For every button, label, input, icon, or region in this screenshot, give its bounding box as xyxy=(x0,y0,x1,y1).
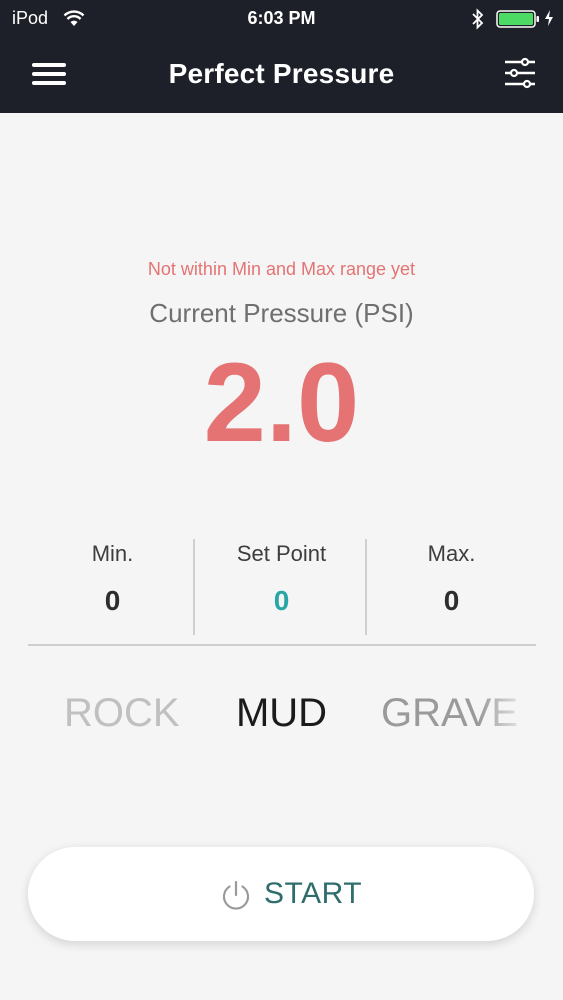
status-bar: iPod 6:03 PM xyxy=(0,0,563,40)
terrain-picker[interactable]: ROCK MUD GRAVE xyxy=(0,688,563,748)
min-value: 0 xyxy=(104,585,121,616)
setpoint-stat[interactable]: Set Point 0 xyxy=(197,535,366,617)
max-stat[interactable]: Max. 0 xyxy=(367,535,536,617)
stat-divider xyxy=(193,539,195,635)
min-label: Min. xyxy=(91,541,134,566)
pressure-stats: Min. 0 Set Point 0 Max. 0 xyxy=(28,535,536,645)
settings-sliders-button[interactable] xyxy=(503,56,537,90)
section-divider xyxy=(28,644,536,646)
bluetooth-icon xyxy=(472,8,484,30)
sliders-icon xyxy=(505,57,535,89)
min-stat[interactable]: Min. 0 xyxy=(28,535,197,617)
max-value: 0 xyxy=(443,585,460,616)
start-button[interactable]: START xyxy=(28,847,534,941)
pressure-value: 2.0 xyxy=(203,340,360,465)
terrain-option-gravel[interactable]: GRAVE xyxy=(381,688,531,738)
page-title: Perfect Pressure xyxy=(168,58,395,89)
power-icon xyxy=(222,880,250,910)
max-label: Max. xyxy=(427,541,476,566)
setpoint-label: Set Point xyxy=(236,541,327,566)
start-label: START xyxy=(264,877,363,910)
battery-icon xyxy=(496,10,539,28)
range-warning-text: Not within Min and Max range yet xyxy=(147,259,416,279)
app-header: iPod 6:03 PM Perfect Pressure xyxy=(0,0,563,113)
charging-bolt-icon xyxy=(545,10,553,26)
setpoint-value: 0 xyxy=(273,585,290,616)
pressure-label: Current Pressure (PSI) xyxy=(149,298,414,328)
